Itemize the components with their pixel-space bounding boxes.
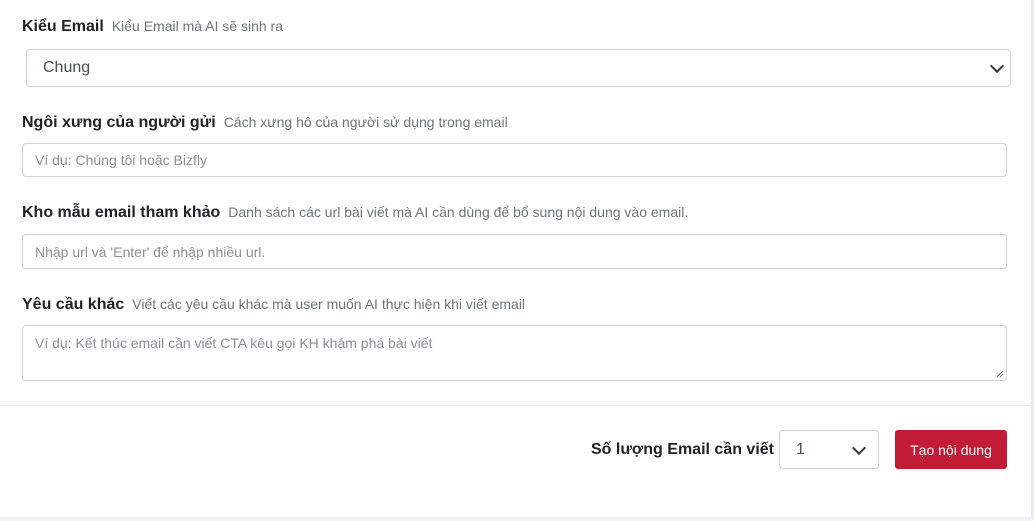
- other-requirements-textarea[interactable]: Ví dụ: Kết thúc email cần viết CTA kêu g…: [22, 325, 1007, 381]
- email-generator-form-page: Kiểu Email Kiểu Email mà AI sẽ sinh ra C…: [0, 0, 1034, 521]
- sender-pronoun-label-row: Ngôi xưng của người gửi Cách xưng hô của…: [22, 114, 1007, 132]
- email-type-selected-value: Chung: [43, 59, 91, 76]
- sender-pronoun-hint: Cách xưng hô của người sử dụng trong ema…: [223, 114, 508, 130]
- email-type-hint: Kiểu Email mà AI sẽ sinh ra: [111, 18, 283, 34]
- generate-content-button[interactable]: Tạo nội dung: [895, 430, 1007, 469]
- email-count-label: Số lượng Email cần viết: [590, 440, 774, 458]
- other-requirements-label: Yêu cầu khác: [22, 296, 125, 313]
- chevron-down-icon: [851, 440, 867, 455]
- reference-templates-hint: Danh sách các url bài viết mà AI cần dùn…: [228, 204, 689, 220]
- email-type-label-row: Kiểu Email Kiểu Email mà AI sẽ sinh ra: [22, 18, 1007, 36]
- other-requirements-label-row: Yêu cầu khác Viết các yêu cầu khác mà us…: [22, 296, 1007, 314]
- section-divider: [0, 405, 1031, 406]
- other-requirements-hint: Viết các yêu cầu khác mà user muốn AI th…: [132, 296, 526, 312]
- bottom-edge: [0, 517, 1034, 521]
- reference-url-placeholder: Nhập url và 'Enter' để nhập nhiều url.: [35, 243, 266, 260]
- email-count-select[interactable]: 1: [779, 430, 879, 469]
- email-type-label: Kiểu Email: [22, 18, 104, 35]
- sender-pronoun-label: Ngôi xưng của người gửi: [22, 114, 216, 131]
- other-requirements-group: Yêu cầu khác Viết các yêu cầu khác mà us…: [22, 296, 1007, 314]
- reference-templates-label-row: Kho mẫu email tham khảo Danh sách các ur…: [22, 204, 1007, 222]
- form-footer: Số lượng Email cần viết 1 Tạo nội dung: [591, 430, 1007, 469]
- resize-grip-icon[interactable]: [996, 370, 1004, 378]
- generate-content-button-label: Tạo nội dung: [910, 441, 992, 458]
- reference-templates-group: Kho mẫu email tham khảo Danh sách các ur…: [22, 204, 1007, 222]
- reference-templates-label: Kho mẫu email tham khảo: [22, 204, 221, 221]
- email-count-selected-value: 1: [796, 440, 805, 458]
- chevron-down-icon: [989, 58, 1005, 74]
- other-requirements-placeholder: Ví dụ: Kết thúc email cần viết CTA kêu g…: [35, 335, 433, 351]
- email-type-group: Kiểu Email Kiểu Email mà AI sẽ sinh ra: [22, 18, 1007, 36]
- sender-pronoun-input[interactable]: Ví dụ: Chúng tôi hoặc Bizfly: [22, 143, 1007, 177]
- sender-pronoun-placeholder: Ví dụ: Chúng tôi hoặc Bizfly: [35, 152, 207, 168]
- reference-url-input[interactable]: Nhập url và 'Enter' để nhập nhiều url.: [22, 234, 1007, 269]
- sender-pronoun-group: Ngôi xưng của người gửi Cách xưng hô của…: [22, 114, 1007, 132]
- email-type-select[interactable]: Chung: [26, 49, 1011, 87]
